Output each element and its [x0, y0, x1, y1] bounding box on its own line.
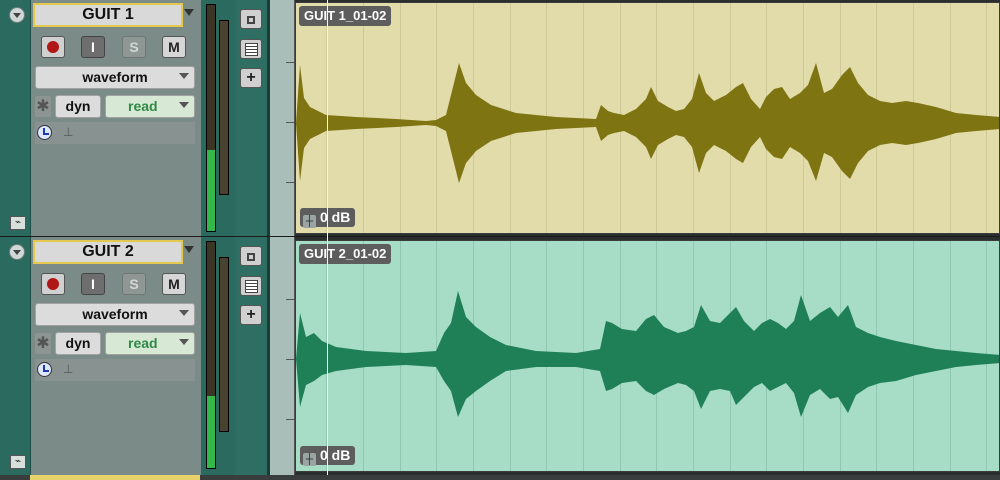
clip-gain-value: 0 dB [320, 447, 351, 463]
ruler-gutter [270, 237, 295, 475]
clock-icon[interactable] [37, 125, 52, 140]
dyn-button[interactable]: dyn [55, 332, 101, 355]
chevron-down-icon [179, 102, 189, 108]
add-lane-button[interactable]: + [240, 305, 262, 325]
square-icon[interactable] [240, 9, 262, 29]
clip-name: GUIT 2_01-02 [299, 244, 392, 264]
track-view-selector[interactable]: waveform [35, 66, 195, 89]
link-icon[interactable]: ⌁ [10, 216, 26, 230]
chevron-down-icon [179, 339, 189, 345]
track-name[interactable]: GUIT 1 [33, 3, 183, 27]
meter-area [201, 237, 235, 475]
level-meter [206, 241, 216, 469]
automation-mode-label: read [128, 335, 158, 351]
track-view-label: waveform [82, 306, 148, 322]
add-lane-button[interactable]: + [240, 68, 262, 88]
clock-icon[interactable] [37, 362, 52, 377]
next-track-edge [0, 475, 1000, 480]
ruler-gutter [270, 0, 295, 236]
solo-button[interactable]: S [122, 273, 146, 295]
record-arm-button[interactable] [41, 273, 65, 295]
track-controls: GUIT 1 I S M waveform ✱ dyn read ⊥ [31, 0, 201, 236]
meter-background [220, 21, 228, 194]
track-header: ⌁ GUIT 1 I S M waveform ✱ dyn read ⊥ + [0, 0, 270, 236]
collapse-track-icon[interactable] [9, 7, 25, 23]
meter-background [207, 242, 215, 396]
waveform [296, 63, 999, 183]
list-icon[interactable] [240, 39, 262, 59]
name-menu-chevron-icon[interactable] [184, 9, 194, 16]
fader-meter [219, 20, 229, 195]
input-monitor-button[interactable]: I [81, 36, 105, 58]
track-view-label: waveform [82, 69, 148, 85]
mute-button[interactable]: M [162, 273, 186, 295]
automation-mode-selector[interactable]: read [105, 95, 195, 118]
meter-background [207, 5, 215, 150]
dyn-button[interactable]: dyn [55, 95, 101, 118]
chevron-down-icon [179, 73, 189, 79]
gain-fader-icon: ┼ [303, 453, 316, 466]
track-guit-2: ⌁ GUIT 2 I S M waveform ✱ dyn read ⊥ + G… [0, 237, 1000, 475]
mute-button[interactable]: M [162, 36, 186, 58]
gain-fader-icon: ┼ [303, 215, 316, 228]
asterisk-icon[interactable]: ✱ [35, 333, 51, 354]
track-controls: GUIT 2 I S M waveform ✱ dyn read ⊥ [31, 237, 201, 475]
record-arm-button[interactable] [41, 36, 65, 58]
link-icon[interactable]: ⌁ [10, 455, 26, 469]
waveform [296, 291, 999, 417]
track-header: ⌁ GUIT 2 I S M waveform ✱ dyn read ⊥ + [0, 237, 270, 475]
clip-name: GUIT 1_01-02 [299, 6, 392, 26]
audio-clip[interactable]: GUIT 1_01-02 ┼ 0 dB [295, 2, 1000, 234]
automation-mode-label: read [128, 98, 158, 114]
asterisk-icon[interactable]: ✱ [35, 96, 51, 117]
track-name[interactable]: GUIT 2 [33, 240, 183, 264]
meter-fill [207, 395, 215, 468]
fader-icon: ⊥ [63, 125, 74, 139]
list-icon[interactable] [240, 276, 262, 296]
meter-fill [207, 149, 215, 231]
chevron-down-icon [179, 310, 189, 316]
playhead-cursor[interactable] [327, 0, 328, 475]
track-side-buttons: + [235, 237, 270, 475]
track-guit-1: ⌁ GUIT 1 I S M waveform ✱ dyn read ⊥ + G… [0, 0, 1000, 236]
fader-icon: ⊥ [63, 362, 74, 376]
track-strip: ⌁ [0, 0, 31, 236]
solo-button[interactable]: S [122, 36, 146, 58]
track-strip: ⌁ [0, 237, 31, 475]
input-monitor-button[interactable]: I [81, 273, 105, 295]
track-side-buttons: + [235, 0, 270, 236]
timebase-row: ⊥ [35, 359, 195, 381]
square-icon[interactable] [240, 246, 262, 266]
collapse-track-icon[interactable] [9, 244, 25, 260]
meter-background [220, 258, 228, 431]
automation-mode-selector[interactable]: read [105, 332, 195, 355]
track-view-selector[interactable]: waveform [35, 303, 195, 326]
timebase-row: ⊥ [35, 122, 195, 144]
level-meter [206, 4, 216, 232]
audio-clip[interactable]: GUIT 2_01-02 ┼ 0 dB [295, 240, 1000, 472]
meter-area [201, 0, 235, 236]
clip-gain-value: 0 dB [320, 209, 351, 225]
name-menu-chevron-icon[interactable] [184, 246, 194, 253]
fader-meter [219, 257, 229, 432]
